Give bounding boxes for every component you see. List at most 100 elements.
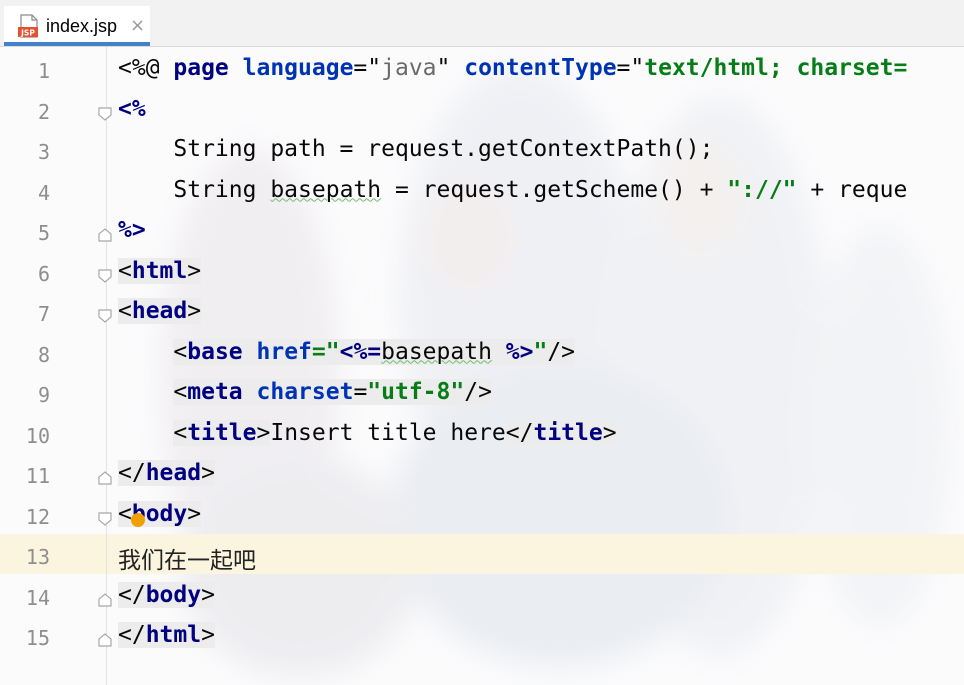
code-line[interactable]: %> bbox=[118, 217, 146, 243]
code-token: > bbox=[187, 500, 202, 527]
jsp-icon-label: JSP bbox=[20, 29, 35, 38]
fold-close-icon[interactable] bbox=[97, 227, 113, 243]
code-token: < bbox=[118, 298, 132, 324]
line-number: 13 bbox=[25, 545, 50, 569]
code-token: charset bbox=[256, 379, 354, 405]
line-number: 14 bbox=[25, 585, 50, 610]
code-token: > bbox=[201, 581, 215, 608]
line-number: 10 bbox=[25, 423, 50, 448]
code-token: </ bbox=[505, 419, 534, 446]
fold-close-icon[interactable] bbox=[97, 470, 113, 486]
code-token: basepath bbox=[270, 176, 382, 203]
code-token: base bbox=[187, 338, 257, 365]
code-token: html bbox=[145, 622, 202, 648]
code-line[interactable]: <body> bbox=[118, 500, 202, 527]
code-editor[interactable]: 1 2 3 4 5 6 7 8 9 10 11 12 13 14 15 <%@ page language=… bbox=[0, 47, 964, 685]
code-token: contentType bbox=[464, 55, 617, 81]
line-number: 9 bbox=[37, 383, 50, 407]
code-token: </ bbox=[118, 460, 146, 486]
code-token: <% bbox=[118, 95, 146, 122]
code-token: = request.getScheme() + bbox=[381, 176, 728, 203]
code-token: < bbox=[173, 379, 188, 405]
close-tab-icon[interactable]: × bbox=[130, 15, 145, 36]
code-token: %> bbox=[491, 338, 534, 365]
code-token: > bbox=[201, 460, 215, 486]
code-token: /> bbox=[547, 338, 576, 365]
code-token: head bbox=[145, 460, 202, 486]
code-token: /> bbox=[464, 379, 492, 405]
code-token: html bbox=[131, 257, 188, 284]
code-token: basepath bbox=[381, 338, 492, 365]
code-line[interactable]: <% bbox=[118, 96, 146, 122]
code-token: =" bbox=[311, 338, 340, 365]
code-token: > bbox=[602, 419, 617, 446]
line-number: 7 bbox=[37, 302, 50, 326]
code-token: text/html; charset= bbox=[644, 55, 908, 81]
code-token: "://" bbox=[727, 176, 797, 203]
code-line[interactable]: <meta charset="utf-8"/> bbox=[118, 379, 492, 405]
code-token: <%= bbox=[339, 338, 382, 365]
line-number: 15 bbox=[25, 626, 50, 650]
code-token: = bbox=[353, 379, 368, 405]
code-token: body bbox=[145, 581, 202, 608]
code-token: 我们在一起吧 bbox=[118, 548, 256, 574]
line-number: 1 bbox=[37, 59, 50, 83]
code-line[interactable]: <base href="<%=basepath %>"/> bbox=[118, 338, 576, 365]
code-token: page bbox=[173, 55, 243, 81]
tab-label[interactable]: index.jsp bbox=[46, 16, 117, 37]
intention-bulb-icon[interactable] bbox=[131, 513, 145, 527]
code-line[interactable]: <%@ page language="java" contentType="te… bbox=[118, 55, 907, 81]
fold-open-icon[interactable] bbox=[97, 511, 113, 527]
tab-index-jsp[interactable]: JSP index.jsp × bbox=[4, 6, 150, 46]
line-number: 4 bbox=[37, 180, 50, 205]
code-token: < bbox=[173, 338, 188, 365]
jsp-file-icon: JSP bbox=[18, 14, 38, 38]
code-token: > bbox=[187, 298, 202, 324]
code-token: =" bbox=[353, 55, 382, 81]
line-number: 3 bbox=[37, 140, 50, 164]
editor-tab-bar: JSP index.jsp × bbox=[0, 0, 964, 47]
code-line[interactable]: String path = request.getContextPath(); bbox=[118, 136, 713, 162]
line-number: 5 bbox=[37, 221, 50, 245]
code-line[interactable]: </html> bbox=[118, 622, 215, 648]
code-line[interactable]: </body> bbox=[118, 581, 215, 608]
code-token: %> bbox=[118, 217, 146, 243]
code-token: <%@ bbox=[118, 55, 174, 81]
code-line[interactable]: <title>Insert title here</title> bbox=[118, 419, 617, 446]
code-token: language bbox=[242, 55, 354, 81]
fold-open-icon[interactable] bbox=[97, 308, 113, 324]
code-token: java bbox=[381, 55, 437, 81]
fold-open-icon[interactable] bbox=[97, 268, 113, 284]
code-token: meta bbox=[187, 379, 257, 405]
line-number: 8 bbox=[37, 342, 50, 367]
code-token: href bbox=[256, 338, 312, 365]
code-token: head bbox=[131, 298, 188, 324]
code-token: " bbox=[533, 338, 548, 365]
fold-close-icon[interactable] bbox=[97, 592, 113, 608]
code-token: String bbox=[118, 176, 271, 203]
line-number: 12 bbox=[25, 504, 50, 529]
code-token: + reque bbox=[796, 176, 908, 203]
code-token: < bbox=[118, 500, 132, 527]
code-token: Insert title here bbox=[270, 419, 506, 446]
line-number: 11 bbox=[25, 464, 50, 488]
line-number: 6 bbox=[37, 261, 50, 286]
code-token: < bbox=[118, 257, 132, 284]
code-token: > bbox=[187, 257, 202, 284]
code-token: title bbox=[187, 419, 257, 446]
code-line[interactable]: <head> bbox=[118, 298, 202, 324]
code-token: > bbox=[201, 622, 215, 648]
code-line[interactable]: 我们在一起吧 bbox=[118, 541, 256, 575]
line-number: 2 bbox=[37, 99, 50, 124]
code-line[interactable]: <html> bbox=[118, 257, 202, 284]
fold-close-icon[interactable] bbox=[97, 632, 113, 648]
fold-open-icon[interactable] bbox=[97, 106, 113, 122]
code-token: > bbox=[256, 419, 271, 446]
code-line[interactable]: </head> bbox=[118, 460, 215, 486]
code-line[interactable]: String basepath = request.getScheme() + … bbox=[118, 177, 907, 203]
code-token: =" bbox=[616, 55, 645, 81]
code-token: < bbox=[173, 419, 188, 446]
